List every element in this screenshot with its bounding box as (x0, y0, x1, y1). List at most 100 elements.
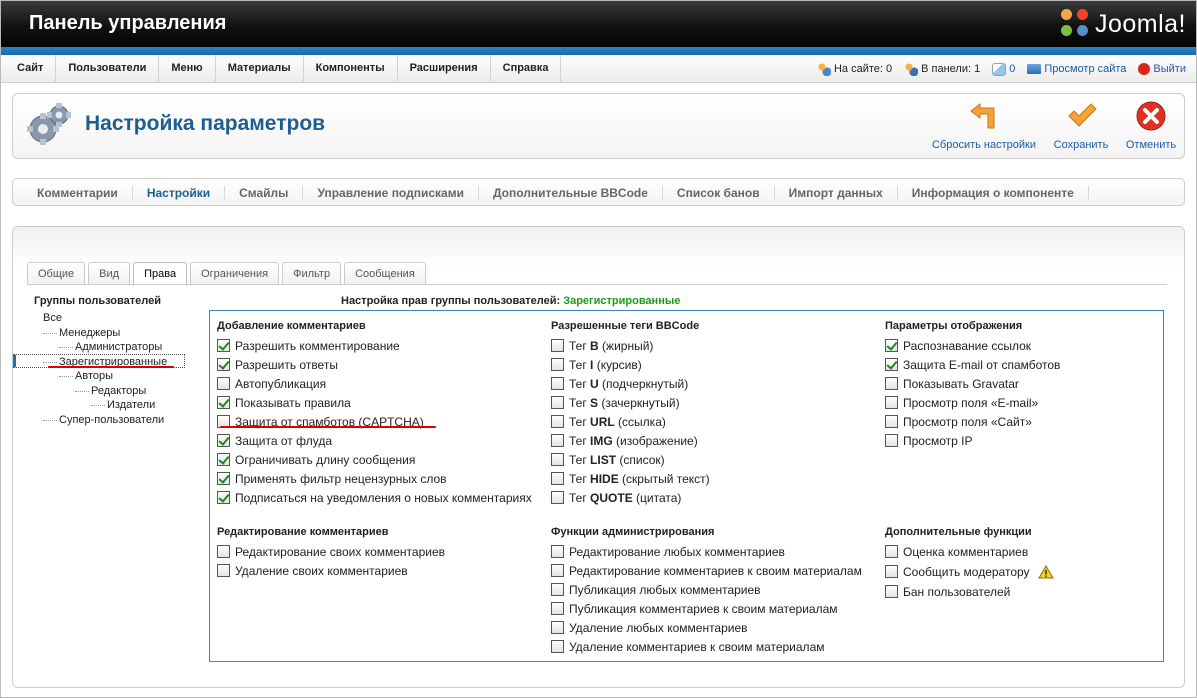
checkbox-row[interactable]: Тег URL (ссылка) (551, 412, 710, 431)
checkbox-unchecked[interactable] (551, 377, 564, 390)
checkbox-row[interactable]: Тег U (подчеркнутый) (551, 374, 710, 393)
checkbox-unchecked[interactable] (885, 396, 898, 409)
menu-item-users[interactable]: Пользователи (56, 55, 160, 83)
checkbox-row[interactable]: Редактирование любых комментариев (551, 542, 862, 561)
checkbox-row[interactable]: Удаление комментариев к своим материалам (551, 637, 862, 656)
tab-filter[interactable]: Фильтр (282, 262, 342, 285)
menu-item-components[interactable]: Компоненты (304, 55, 398, 83)
submenu-comments[interactable]: Комментарии (23, 185, 133, 200)
checkbox-row[interactable]: Защита E-mail от спамботов (885, 355, 1060, 374)
checkbox-checked[interactable] (217, 434, 230, 447)
checkbox-row[interactable]: Тег I (курсив) (551, 355, 710, 374)
checkbox-row[interactable]: Показывать Gravatar (885, 374, 1060, 393)
checkbox-checked[interactable] (217, 472, 230, 485)
reset-settings-button[interactable]: Сбросить настройки (930, 100, 1038, 151)
menu-item-site[interactable]: Сайт (5, 55, 57, 83)
checkbox-row[interactable]: Тег HIDE (скрытый текст) (551, 469, 710, 488)
checkbox-row[interactable]: Просмотр IP (885, 431, 1060, 450)
submenu-import[interactable]: Импорт данных (775, 185, 898, 200)
checkbox-row[interactable]: Защита от флуда (217, 431, 532, 450)
checkbox-row[interactable]: Тег IMG (изображение) (551, 431, 710, 450)
checkbox-unchecked[interactable] (551, 602, 564, 615)
submenu-blacklist[interactable]: Список банов (663, 185, 775, 200)
checkbox-unchecked[interactable] (551, 640, 564, 653)
checkbox-row[interactable]: Просмотр поля «Сайт» (885, 412, 1060, 431)
checkbox-checked[interactable] (217, 339, 230, 352)
checkbox-unchecked[interactable] (885, 545, 898, 558)
tab-view[interactable]: Вид (88, 262, 131, 285)
checkbox-row[interactable]: Разрешить комментирование (217, 336, 532, 355)
checkbox-unchecked[interactable] (885, 434, 898, 447)
checkbox-unchecked[interactable] (551, 621, 564, 634)
checkbox-row[interactable]: Разрешить ответы (217, 355, 532, 374)
checkbox-unchecked[interactable] (551, 545, 564, 558)
checkbox-unchecked[interactable] (551, 396, 564, 409)
checkbox-row[interactable]: Бан пользователей (885, 582, 1054, 601)
menu-item-menus[interactable]: Меню (159, 55, 216, 83)
checkbox-row[interactable]: Редактирование комментариев к своим мате… (551, 561, 862, 580)
checkbox-unchecked[interactable] (885, 377, 898, 390)
tab-general[interactable]: Общие (27, 262, 86, 285)
tab-messages[interactable]: Сообщения (344, 262, 426, 285)
checkbox-checked[interactable] (217, 491, 230, 504)
submenu-settings[interactable]: Настройки (133, 185, 226, 200)
checkbox-unchecked[interactable] (885, 415, 898, 428)
submenu-subscriptions[interactable]: Управление подписками (303, 185, 479, 200)
checkbox-unchecked[interactable] (217, 545, 230, 558)
checkbox-row[interactable]: Сообщить модератору (885, 561, 1054, 582)
logout-label[interactable]: Выйти (1153, 63, 1186, 75)
checkbox-row[interactable]: Тег B (жирный) (551, 336, 710, 355)
checkbox-unchecked[interactable] (551, 583, 564, 596)
checkbox-unchecked[interactable] (551, 453, 564, 466)
checkbox-row[interactable]: Ограничивать длину сообщения (217, 450, 532, 469)
checkbox-unchecked[interactable] (551, 339, 564, 352)
checkbox-unchecked[interactable] (551, 415, 564, 428)
checkbox-row[interactable]: Распознавание ссылок (885, 336, 1060, 355)
checkbox-row[interactable]: Удаление любых комментариев (551, 618, 862, 637)
preview-site-link[interactable]: Просмотр сайта (1027, 63, 1126, 75)
checkbox-unchecked[interactable] (551, 358, 564, 371)
save-button[interactable]: Сохранить (1049, 100, 1113, 151)
checkbox-unchecked[interactable] (217, 377, 230, 390)
tag-description: (скрытый текст) (618, 471, 710, 486)
menu-item-content[interactable]: Материалы (216, 55, 304, 83)
cancel-button[interactable]: Отменить (1121, 100, 1181, 151)
menu-item-help[interactable]: Справка (491, 55, 562, 83)
checkbox-row[interactable]: Применять фильтр нецензурных слов (217, 469, 532, 488)
checkbox-checked[interactable] (885, 358, 898, 371)
preview-site-label[interactable]: Просмотр сайта (1044, 63, 1126, 75)
menu-item-extensions[interactable]: Расширения (398, 55, 491, 83)
checkbox-unchecked[interactable] (217, 564, 230, 577)
checkbox-row[interactable]: Просмотр поля «E-mail» (885, 393, 1060, 412)
submenu-custom-bbcode[interactable]: Дополнительные BBCode (479, 185, 663, 200)
tab-restrictions[interactable]: Ограничения (190, 262, 280, 285)
checkbox-unchecked[interactable] (551, 434, 564, 447)
checkbox-row[interactable]: Защита от спамботов (CAPTCHA) (217, 412, 532, 431)
checkbox-row[interactable]: Оценка комментариев (885, 542, 1054, 561)
logout-link[interactable]: Выйти (1138, 63, 1186, 75)
checkbox-checked[interactable] (217, 358, 230, 371)
checkbox-row[interactable]: Редактирование своих комментариев (217, 542, 445, 561)
checkbox-row[interactable]: Тег LIST (список) (551, 450, 710, 469)
submenu-smilies[interactable]: Смайлы (225, 185, 304, 200)
submenu-about[interactable]: Информация о компоненте (898, 185, 1089, 200)
checkbox-checked[interactable] (885, 339, 898, 352)
checkbox-unchecked[interactable] (551, 472, 564, 485)
checkbox-row[interactable]: Автопубликация (217, 374, 532, 393)
checkbox-row[interactable]: Показывать правила (217, 393, 532, 412)
checkbox-unchecked[interactable] (885, 585, 898, 598)
checkbox-unchecked[interactable] (885, 565, 898, 578)
checkbox-row[interactable]: Подписаться на уведомления о новых комме… (217, 488, 532, 507)
checkbox-checked[interactable] (217, 396, 230, 409)
checkbox-unchecked[interactable] (551, 564, 564, 577)
checkbox-row[interactable]: Публикация комментариев к своим материал… (551, 599, 862, 618)
checkbox-row[interactable]: Тег QUOTE (цитата) (551, 488, 710, 507)
checkbox-checked[interactable] (217, 453, 230, 466)
status-messages[interactable]: 0 (992, 62, 1015, 76)
cancel-label: Отменить (1125, 139, 1177, 151)
checkbox-row[interactable]: Тег S (зачеркнутый) (551, 393, 710, 412)
checkbox-unchecked[interactable] (551, 491, 564, 504)
checkbox-row[interactable]: Публикация любых комментариев (551, 580, 862, 599)
checkbox-row[interactable]: Удаление своих комментариев (217, 561, 445, 580)
tab-rights[interactable]: Права (133, 262, 188, 286)
